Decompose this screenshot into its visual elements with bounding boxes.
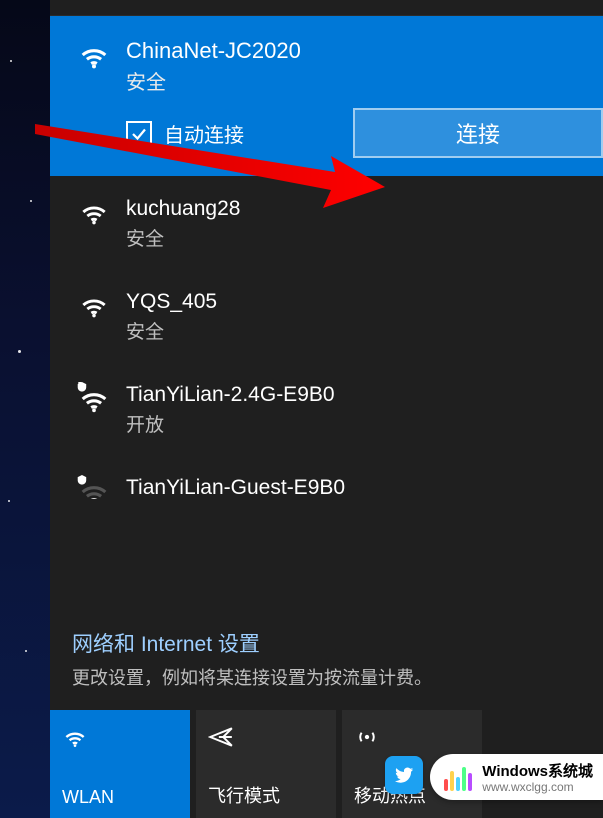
network-settings-link[interactable]: 网络和 Internet 设置 xyxy=(72,628,581,658)
tile-airplane-mode[interactable]: 飞行模式 xyxy=(196,710,336,818)
network-security: 安全 xyxy=(126,317,217,344)
tile-label: WLAN xyxy=(62,787,178,808)
hotspot-icon xyxy=(354,722,470,752)
wifi-icon xyxy=(62,722,178,752)
tile-label: 飞行模式 xyxy=(208,782,324,808)
watermark-title: Windows系统城 xyxy=(482,760,593,781)
checkbox-icon xyxy=(126,121,152,147)
network-item[interactable]: kuchuang28 安全 xyxy=(50,176,603,269)
network-name: kuchuang28 xyxy=(126,196,240,222)
watermark-badge: Windows系统城 www.wxclgg.com xyxy=(430,754,603,800)
svg-text:!: ! xyxy=(79,382,81,385)
wifi-icon xyxy=(72,289,116,321)
wifi-icon xyxy=(72,196,116,228)
tile-wlan[interactable]: WLAN xyxy=(50,710,190,818)
network-settings-section: 网络和 Internet 设置 更改设置，例如将某连接设置为按流量计费。 xyxy=(50,620,603,696)
network-item[interactable]: ! TianYiLian-2.4G-E9B0 开放 xyxy=(50,362,603,455)
wifi-open-shield-icon xyxy=(72,475,116,499)
watermark-url: www.wxclgg.com xyxy=(482,780,593,794)
connect-button[interactable]: 连接 xyxy=(353,108,603,158)
connect-button-label: 连接 xyxy=(456,117,500,149)
wifi-icon xyxy=(72,38,116,72)
auto-connect-label: 自动连接 xyxy=(164,119,244,148)
network-item[interactable]: YQS_405 安全 xyxy=(50,269,603,362)
watermark-logo-icon xyxy=(444,763,474,791)
panel-top-divider xyxy=(50,0,603,16)
network-settings-subtitle: 更改设置，例如将某连接设置为按流量计费。 xyxy=(72,664,581,690)
airplane-icon xyxy=(208,722,324,752)
available-networks-list: kuchuang28 安全 YQS_405 安全 ! xyxy=(50,176,603,620)
selected-network-security: 安全 xyxy=(126,66,301,95)
twitter-badge-icon xyxy=(385,756,423,794)
network-security: 开放 xyxy=(126,410,335,437)
selected-network-name: ChinaNet-JC2020 xyxy=(126,38,301,64)
network-name: YQS_405 xyxy=(126,289,217,315)
network-name: TianYiLian-Guest-E9B0 xyxy=(126,475,345,499)
network-name: TianYiLian-2.4G-E9B0 xyxy=(126,382,335,408)
network-flyout: ChinaNet-JC2020 安全 自动连接 连接 xyxy=(50,0,603,818)
selected-network-block[interactable]: ChinaNet-JC2020 安全 自动连接 连接 xyxy=(50,16,603,176)
network-security: 安全 xyxy=(126,224,240,251)
wifi-open-shield-icon: ! xyxy=(72,382,116,416)
network-item[interactable]: TianYiLian-Guest-E9B0 xyxy=(50,455,603,499)
